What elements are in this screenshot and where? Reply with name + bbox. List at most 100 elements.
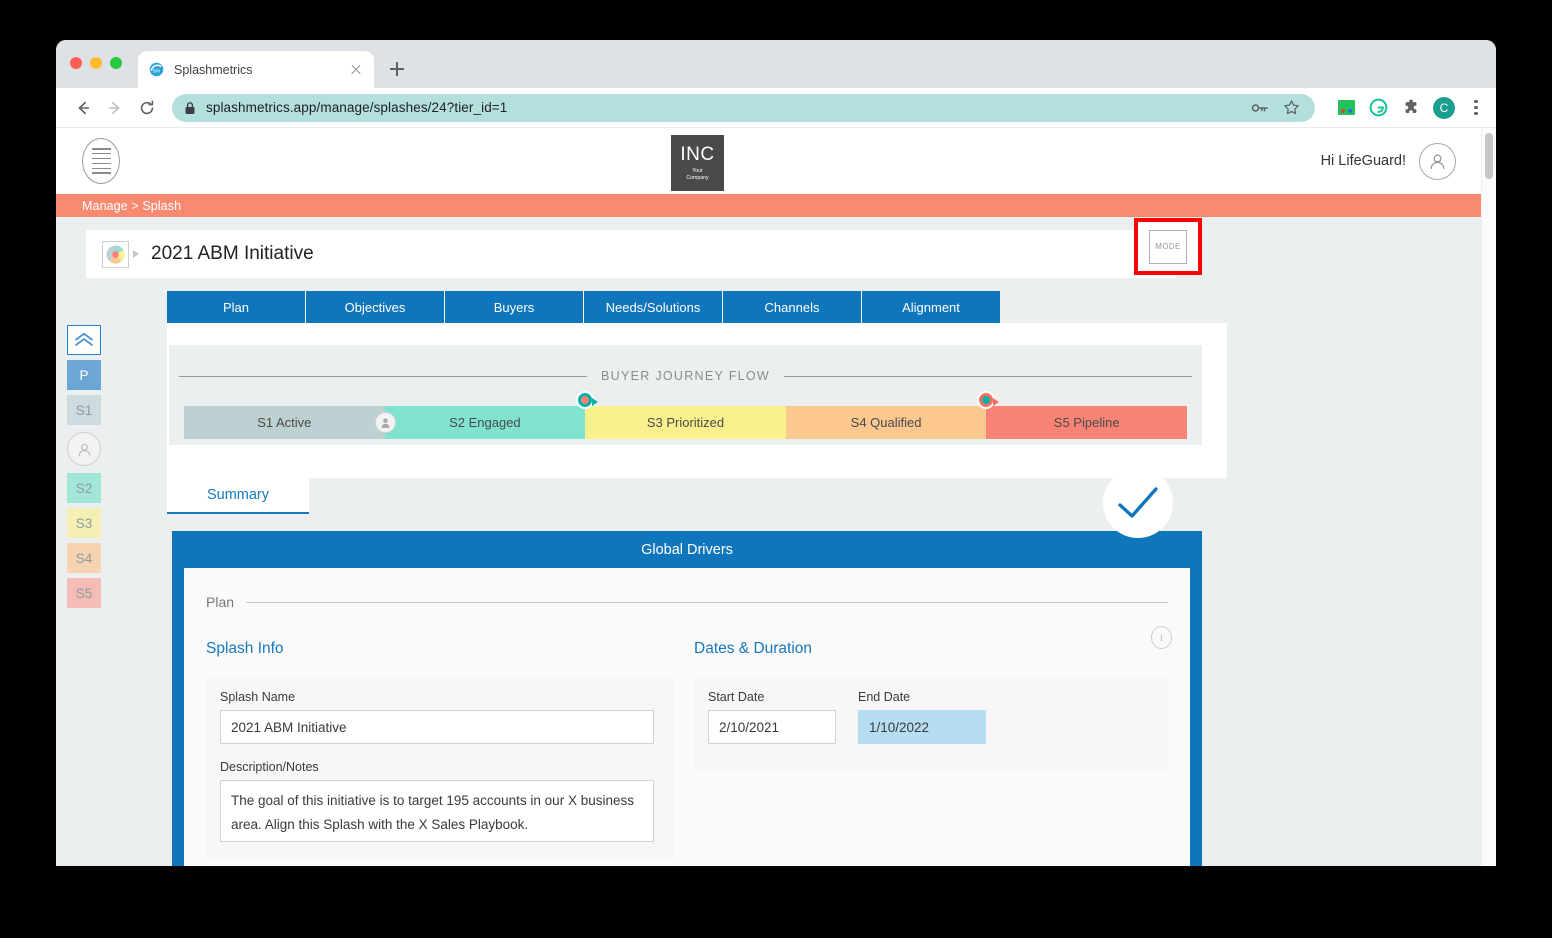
svg-text:sm: sm (153, 68, 161, 74)
start-date-group: Start Date 2/10/2021 (708, 690, 836, 744)
tab-objectives[interactable]: Objectives (306, 291, 445, 323)
info-icon[interactable]: i (1151, 626, 1172, 649)
journey-stage-bar: S1 Active S2 Engaged S3 Prioritized S4 Q… (184, 391, 1187, 439)
puzzle-extensions-icon[interactable] (1401, 98, 1420, 117)
start-date-input[interactable]: 2/10/2021 (708, 710, 836, 744)
title-strip-wrapper: 2021 ABM Initiative MODE (56, 217, 1496, 278)
mode-button-highlight: MODE (1134, 218, 1202, 275)
form-columns: Splash Info Splash Name 2021 ABM Initiat… (206, 640, 1168, 858)
global-drivers-title: Global Drivers (641, 541, 733, 558)
profile-avatar[interactable]: C (1433, 96, 1455, 119)
new-tab-button[interactable] (383, 55, 411, 83)
sidebar-item-s2[interactable]: S2 (67, 473, 101, 503)
maximize-window-button[interactable] (110, 57, 122, 69)
description-label: Description/Notes (220, 760, 319, 774)
page-scrollbar[interactable] (1481, 128, 1496, 866)
buyer-journey-panel: BUYER JOURNEY FLOW S1 Active S2 Engaged (169, 345, 1202, 445)
tab-alignment[interactable]: Alignment (862, 291, 1000, 323)
primary-nav-tabs: Plan Objectives Buyers Needs/Solutions C… (167, 291, 1000, 323)
tab-plan[interactable]: Plan (167, 291, 306, 323)
stage-label: S3 Prioritized (646, 415, 725, 430)
date-inputs-row: Start Date 2/10/2021 End Date 1/10/2022 (708, 690, 1154, 744)
lock-icon (184, 101, 196, 115)
browser-tab-strip: sm Splashmetrics (56, 40, 1496, 88)
color-square-extension-icon[interactable] (1337, 98, 1356, 117)
browser-tab-title: Splashmetrics (174, 62, 253, 77)
splash-info-fields: Splash Name 2021 ABM Initiative Descript… (206, 676, 674, 858)
minimize-window-button[interactable] (90, 57, 102, 69)
header-user-area: Hi LifeGuard! (1321, 142, 1456, 180)
breadcrumb[interactable]: Manage > Splash (56, 194, 1496, 217)
browser-extensions: C (1325, 96, 1484, 119)
checkmark-icon (1103, 468, 1173, 538)
stage-label: S1 Active (257, 415, 312, 430)
dates-fields: Start Date 2/10/2021 End Date 1/10/2022 (694, 676, 1168, 772)
plan-section-label: Plan (206, 594, 235, 610)
journey-heading: BUYER JOURNEY FLOW (600, 369, 771, 383)
browser-window: sm Splashmetrics splashmetrics.app/manag… (56, 40, 1496, 866)
summary-tab-row: Summary (167, 478, 1227, 514)
grammarly-extension-icon[interactable] (1369, 98, 1388, 117)
splash-info-column: Splash Info Splash Name 2021 ABM Initiat… (206, 640, 674, 858)
close-icon[interactable] (348, 62, 364, 78)
dates-heading: Dates & Duration (694, 640, 813, 657)
end-date-group: End Date 1/10/2022 (858, 690, 986, 744)
splash-name-input[interactable]: 2021 ABM Initiative (220, 710, 654, 744)
global-drivers-body: Plan i Splash Info Splash Name 2021 ABM … (184, 568, 1190, 866)
tab-needs-solutions[interactable]: Needs/Solutions (584, 291, 723, 323)
sidebar-item-s3[interactable]: S3 (67, 508, 101, 538)
sidebar-item-s5[interactable]: S5 (67, 578, 101, 608)
sidebar-buyer-avatar-icon[interactable] (67, 432, 101, 466)
tab-channels[interactable]: Channels (723, 291, 862, 323)
global-drivers-card: Global Drivers Plan i Splash Info Splash… (172, 531, 1202, 866)
logo-sub-line2: Company (686, 174, 709, 181)
description-textarea[interactable]: The goal of this initiative is to target… (220, 780, 654, 842)
tab-buyers[interactable]: Buyers (445, 291, 584, 323)
back-arrow-icon[interactable] (68, 93, 98, 123)
stage-rail: P S1 S2 S3 S4 S5 (67, 325, 101, 608)
page-viewport: INC Your Company Hi LifeGuard! Manage > … (56, 128, 1496, 866)
splash-wheel-icon[interactable] (102, 240, 129, 268)
hamburger-menu-icon[interactable] (82, 138, 120, 184)
kebab-menu-icon[interactable] (1468, 100, 1484, 115)
journey-stage-s4[interactable]: S4 Qualified (785, 391, 1000, 439)
tab-summary[interactable]: Summary (167, 478, 309, 514)
address-bar[interactable]: splashmetrics.app/manage/splashes/24?tie… (172, 93, 1315, 122)
splash-title-bar: 2021 ABM Initiative MODE (86, 218, 1202, 278)
splash-name-label: Splash Name (220, 690, 296, 704)
sidebar-item-s4[interactable]: S4 (67, 543, 101, 573)
journey-stage-s3[interactable]: S3 Prioritized (585, 406, 786, 439)
mode-button[interactable]: MODE (1149, 229, 1187, 264)
buyer-avatar-icon[interactable] (374, 412, 396, 433)
sidebar-item-p[interactable]: P (67, 360, 101, 390)
start-date-label: Start Date (708, 690, 765, 704)
company-logo: INC Your Company (671, 135, 724, 191)
app-header: INC Your Company Hi LifeGuard! (56, 128, 1496, 194)
sidebar-item-s1[interactable]: S1 (67, 395, 101, 425)
divider-right (784, 375, 1192, 377)
browser-tab[interactable]: sm Splashmetrics (138, 51, 374, 88)
end-date-label: End Date (858, 690, 911, 704)
reload-icon[interactable] (132, 93, 162, 123)
page-content: INC Your Company Hi LifeGuard! Manage > … (56, 128, 1496, 866)
journey-heading-row: BUYER JOURNEY FLOW (169, 369, 1202, 383)
star-icon[interactable] (1283, 99, 1300, 116)
scrollbar-thumb[interactable] (1485, 133, 1493, 179)
double-chevron-up-icon[interactable] (67, 325, 101, 355)
journey-stage-s1[interactable]: S1 Active (184, 406, 396, 439)
key-icon[interactable] (1251, 101, 1269, 115)
caret-right-icon[interactable] (133, 250, 139, 258)
journey-stage-s2[interactable]: S2 Engaged (384, 391, 599, 439)
end-date-input[interactable]: 1/10/2022 (858, 710, 986, 744)
plan-section-divider: Plan (206, 594, 1168, 610)
logo-sub-line1: Your (692, 168, 703, 174)
breadcrumb-text: Manage > Splash (82, 198, 182, 213)
window-traffic-lights (70, 57, 122, 69)
journey-stage-s5[interactable]: S5 Pipeline (986, 406, 1187, 439)
user-avatar-icon[interactable] (1419, 142, 1456, 180)
dates-column: Dates & Duration Start Date 2/10/2021 En… (694, 640, 1168, 858)
url-text: splashmetrics.app/manage/splashes/24?tie… (206, 100, 508, 115)
browser-toolbar: splashmetrics.app/manage/splashes/24?tie… (56, 88, 1496, 128)
close-window-button[interactable] (70, 57, 82, 69)
forward-arrow-icon[interactable] (100, 93, 130, 123)
